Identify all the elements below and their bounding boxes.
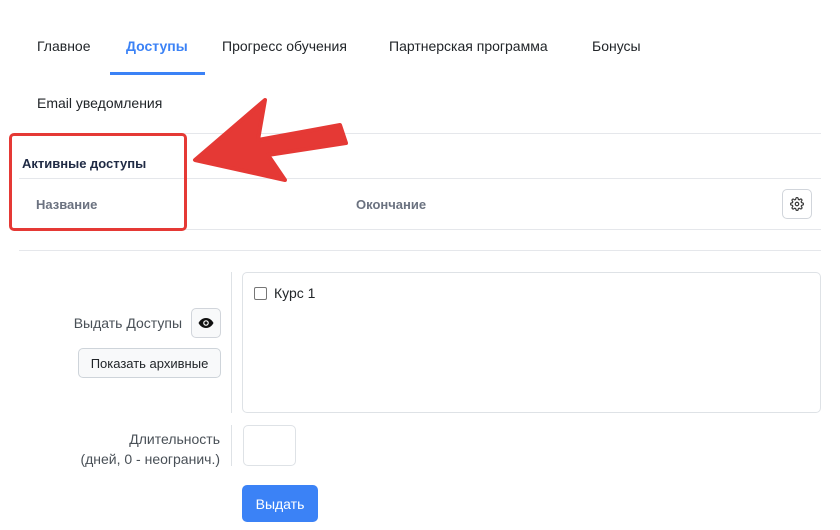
toggle-visibility-button[interactable] (191, 308, 221, 338)
table-settings-button[interactable] (782, 189, 812, 219)
duration-column-divider (231, 425, 232, 466)
tab-bonuses[interactable]: Бонусы (592, 38, 641, 54)
list-item[interactable]: Курс 1 (254, 285, 315, 301)
tab-main[interactable]: Главное (37, 38, 91, 54)
tab-partner-program[interactable]: Партнерская программа (389, 38, 548, 54)
grant-access-label: Выдать Доступы (73, 315, 182, 331)
tab-learning-progress[interactable]: Прогресс обучения (222, 38, 347, 54)
annotation-highlight-box (9, 133, 187, 231)
tab-email-notifications[interactable]: Email уведомления (37, 95, 162, 111)
courses-list: Курс 1 (242, 272, 821, 413)
annotation-arrow (193, 98, 348, 182)
eye-icon (198, 318, 214, 328)
form-column-divider (231, 272, 232, 413)
duration-input[interactable] (243, 425, 296, 466)
active-tab-indicator (110, 72, 205, 75)
duration-label: Длительность (129, 431, 220, 447)
grant-submit-button[interactable]: Выдать (242, 485, 318, 522)
form-divider (19, 250, 821, 251)
show-archived-button[interactable]: Показать архивные (78, 348, 221, 378)
gear-icon (790, 197, 804, 211)
column-header-end: Окончание (356, 197, 427, 212)
course-label: Курс 1 (274, 285, 316, 301)
tab-access[interactable]: Доступы (126, 38, 188, 54)
course-checkbox[interactable] (254, 286, 267, 300)
duration-hint: (дней, 0 - неогранич.) (80, 451, 220, 467)
